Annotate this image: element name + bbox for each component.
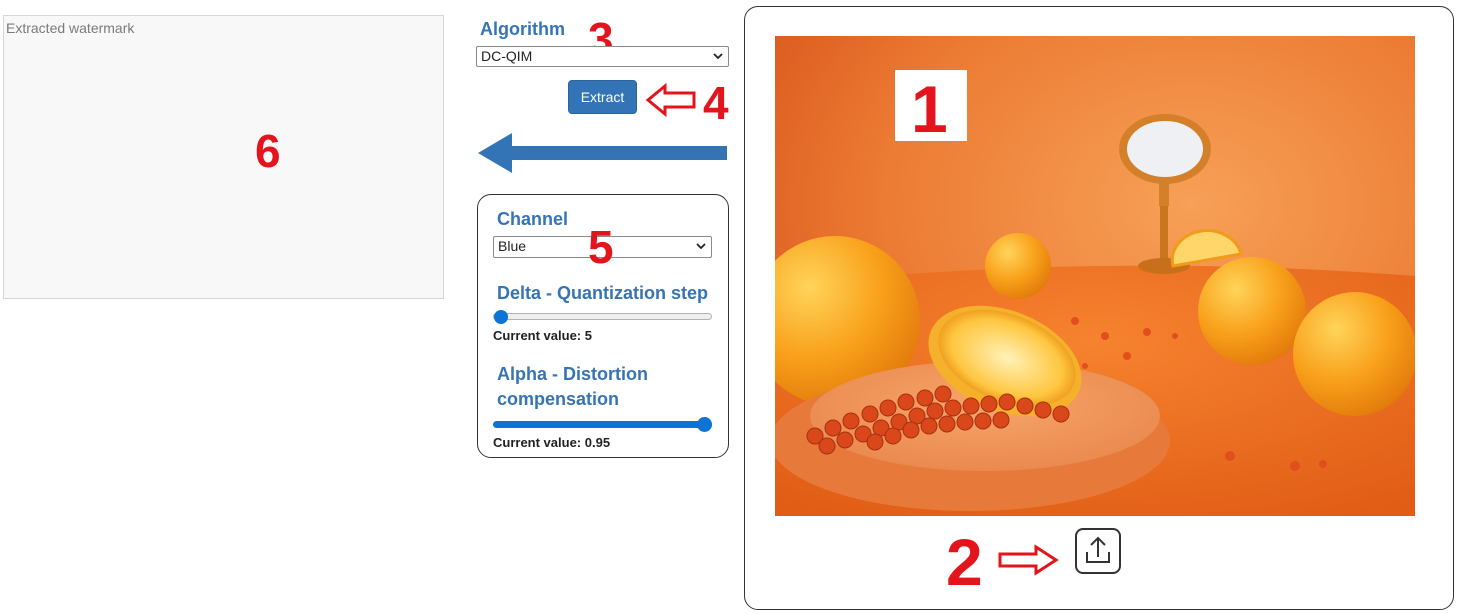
annotation-5: 5 <box>588 221 614 273</box>
chevron-down-icon <box>713 53 723 60</box>
alpha-label-line1: Alpha - Distortion <box>497 364 648 384</box>
alpha-current-value: Current value: 0.95 <box>493 435 611 450</box>
watermark-panel-label: Extracted watermark <box>6 20 135 36</box>
annotation-1: 1 <box>911 72 948 146</box>
delta-current-value: Current value: 5 <box>493 328 592 343</box>
delta-slider[interactable] <box>493 308 712 326</box>
alpha-label-line2: compensation <box>497 389 620 409</box>
channel-label: Channel <box>497 209 569 229</box>
delta-slider-thumb[interactable] <box>494 310 508 324</box>
delta-label: Delta - Quantization step <box>497 283 709 303</box>
outline-arrow-icon <box>998 544 1059 576</box>
algorithm-label: Algorithm <box>480 19 565 39</box>
alpha-slider-track <box>493 421 712 428</box>
algorithm-select-value: DC-QIM <box>481 48 533 64</box>
annotation-4: 4 <box>703 77 729 129</box>
chevron-down-icon <box>696 243 706 250</box>
upload-button[interactable] <box>1075 528 1121 574</box>
alpha-slider-thumb[interactable] <box>697 417 712 432</box>
extract-button[interactable]: Extract <box>568 80 637 114</box>
host-image <box>775 36 1415 516</box>
alpha-slider[interactable] <box>493 416 712 434</box>
channel-select-value: Blue <box>498 238 527 254</box>
annotation-6: 6 <box>255 125 281 177</box>
outline-arrow-icon <box>645 82 696 118</box>
upload-icon <box>1086 536 1110 563</box>
annotation-2: 2 <box>946 525 983 599</box>
algorithm-select[interactable]: DC-QIM <box>476 46 729 67</box>
arrow-left-icon <box>478 133 727 173</box>
extracted-watermark-panel <box>3 15 444 299</box>
delta-slider-track <box>493 313 712 320</box>
